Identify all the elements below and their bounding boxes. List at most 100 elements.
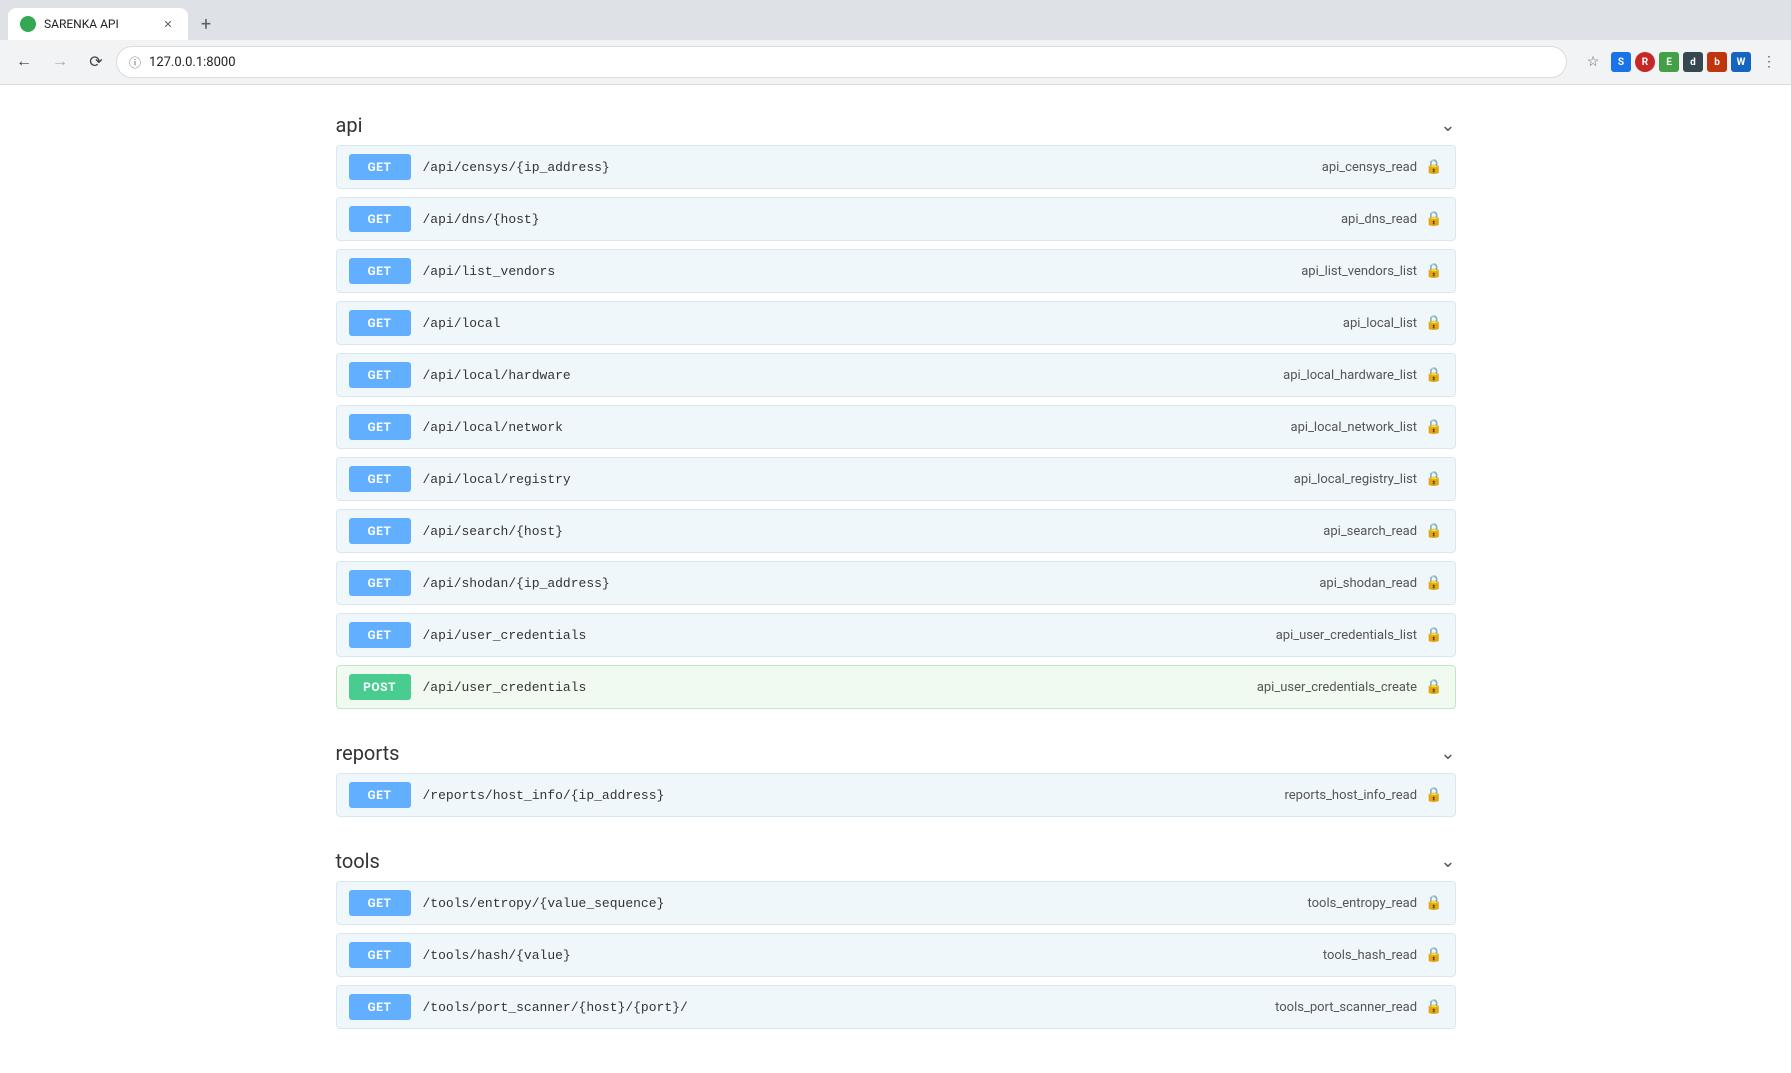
reload-button[interactable]: ⟳ (80, 46, 112, 78)
tab-bar: SARENKA API ✕ + (0, 0, 1791, 40)
lock-icon: 🔒 (1425, 471, 1442, 487)
ext-icon-3[interactable]: E (1659, 52, 1679, 72)
endpoint-name: api_local_list (1343, 316, 1417, 331)
endpoint-name: reports_host_info_read (1284, 788, 1417, 803)
new-tab-button[interactable]: + (192, 10, 220, 38)
tab-favicon (20, 16, 36, 32)
endpoint-path: /api/dns/{host} (423, 212, 1341, 227)
endpoint-row[interactable]: GET /reports/host_info/{ip_address} repo… (336, 773, 1456, 817)
lock-icon: 🔒 (1425, 895, 1442, 911)
endpoint-path: /api/shodan/{ip_address} (423, 576, 1320, 591)
section-header-reports[interactable]: reports ⌄ (336, 733, 1456, 773)
lock-icon: 🔒 (1425, 575, 1442, 591)
endpoint-name: api_shodan_read (1319, 576, 1417, 591)
bookmark-button[interactable]: ☆ (1579, 48, 1607, 76)
endpoint-name: api_local_hardware_list (1283, 368, 1417, 383)
endpoint-row[interactable]: GET /tools/hash/{value} tools_hash_read … (336, 933, 1456, 977)
menu-button[interactable]: ⋮ (1755, 48, 1783, 76)
method-badge: GET (349, 994, 411, 1020)
endpoint-row[interactable]: GET /tools/port_scanner/{host}/{port}/ t… (336, 985, 1456, 1029)
lock-icon: 🔒 (1425, 419, 1442, 435)
section-header-api[interactable]: api ⌄ (336, 105, 1456, 145)
endpoint-name: api_user_credentials_create (1257, 680, 1417, 695)
tab-close-button[interactable]: ✕ (160, 16, 176, 32)
endpoint-name: api_local_registry_list (1294, 472, 1417, 487)
endpoint-name: api_search_read (1323, 524, 1417, 539)
method-badge: GET (349, 414, 411, 440)
method-badge: POST (349, 674, 411, 700)
section-header-tools[interactable]: tools ⌄ (336, 841, 1456, 881)
endpoint-row[interactable]: GET /api/shodan/{ip_address} api_shodan_… (336, 561, 1456, 605)
endpoint-path: /tools/hash/{value} (423, 948, 1323, 963)
lock-icon: 🔒 (1425, 263, 1442, 279)
ext-icon-1[interactable]: S (1611, 52, 1631, 72)
endpoint-row[interactable]: GET /api/dns/{host} api_dns_read 🔒 (336, 197, 1456, 241)
method-badge: GET (349, 154, 411, 180)
address-text: 127.0.0.1:8000 (149, 55, 236, 70)
endpoint-name: api_dns_read (1341, 212, 1417, 227)
section-chevron-tools: ⌄ (1440, 851, 1455, 872)
tab-title: SARENKA API (44, 17, 152, 31)
endpoint-path: /reports/host_info/{ip_address} (423, 788, 1285, 803)
address-lock-icon: ⓘ (129, 54, 141, 71)
address-bar[interactable]: ⓘ 127.0.0.1:8000 (116, 46, 1567, 78)
endpoint-name: tools_hash_read (1323, 948, 1417, 963)
endpoint-row[interactable]: GET /api/local/network api_local_network… (336, 405, 1456, 449)
endpoint-path: /api/censys/{ip_address} (423, 160, 1322, 175)
back-button[interactable]: ← (8, 46, 40, 78)
browser-chrome: SARENKA API ✕ + ← → ⟳ ⓘ 127.0.0.1:8000 ☆… (0, 0, 1791, 85)
method-badge: GET (349, 258, 411, 284)
nav-bar: ← → ⟳ ⓘ 127.0.0.1:8000 ☆ S R E d b W ⋮ (0, 40, 1791, 84)
endpoint-row[interactable]: POST /api/user_credentials api_user_cred… (336, 665, 1456, 709)
endpoint-path: /api/user_credentials (423, 628, 1276, 643)
section-title-tools: tools (336, 849, 380, 873)
lock-icon: 🔒 (1425, 627, 1442, 643)
active-tab[interactable]: SARENKA API ✕ (8, 8, 188, 40)
endpoint-name: api_local_network_list (1291, 420, 1418, 435)
section-chevron-api: ⌄ (1440, 115, 1455, 136)
endpoint-path: /api/local (423, 316, 1343, 331)
method-badge: GET (349, 466, 411, 492)
endpoint-row[interactable]: GET /api/user_credentials api_user_crede… (336, 613, 1456, 657)
endpoint-name: api_user_credentials_list (1276, 628, 1417, 643)
endpoint-path: /api/search/{host} (423, 524, 1324, 539)
endpoint-path: /api/local/hardware (423, 368, 1284, 383)
endpoint-name: tools_entropy_read (1308, 896, 1418, 911)
endpoint-path: /tools/port_scanner/{host}/{port}/ (423, 1000, 1276, 1015)
method-badge: GET (349, 570, 411, 596)
lock-icon: 🔒 (1425, 947, 1442, 963)
ext-icon-4[interactable]: d (1683, 52, 1703, 72)
section-chevron-reports: ⌄ (1440, 743, 1455, 764)
ext-icon-2[interactable]: R (1635, 52, 1655, 72)
forward-button[interactable]: → (44, 46, 76, 78)
page-content: api ⌄ GET /api/censys/{ip_address} api_c… (296, 85, 1496, 1073)
endpoint-row[interactable]: GET /api/censys/{ip_address} api_censys_… (336, 145, 1456, 189)
section-reports: reports ⌄ GET /reports/host_info/{ip_add… (336, 733, 1456, 817)
lock-icon: 🔒 (1425, 159, 1442, 175)
endpoint-row[interactable]: GET /api/local/hardware api_local_hardwa… (336, 353, 1456, 397)
endpoint-name: tools_port_scanner_read (1275, 1000, 1417, 1015)
lock-icon: 🔒 (1425, 367, 1442, 383)
ext-icon-6[interactable]: W (1731, 52, 1751, 72)
endpoint-row[interactable]: GET /api/local api_local_list 🔒 (336, 301, 1456, 345)
method-badge: GET (349, 206, 411, 232)
endpoint-path: /api/user_credentials (423, 680, 1257, 695)
method-badge: GET (349, 942, 411, 968)
lock-icon: 🔒 (1425, 211, 1442, 227)
section-api: api ⌄ GET /api/censys/{ip_address} api_c… (336, 105, 1456, 709)
endpoint-path: /api/local/registry (423, 472, 1294, 487)
endpoint-row[interactable]: GET /api/search/{host} api_search_read 🔒 (336, 509, 1456, 553)
endpoint-path: /api/list_vendors (423, 264, 1302, 279)
ext-icon-5[interactable]: b (1707, 52, 1727, 72)
lock-icon: 🔒 (1425, 999, 1442, 1015)
endpoint-row[interactable]: GET /api/local/registry api_local_regist… (336, 457, 1456, 501)
endpoint-name: api_censys_read (1322, 160, 1417, 175)
method-badge: GET (349, 518, 411, 544)
lock-icon: 🔒 (1425, 787, 1442, 803)
method-badge: GET (349, 782, 411, 808)
lock-icon: 🔒 (1425, 679, 1442, 695)
method-badge: GET (349, 362, 411, 388)
endpoint-row[interactable]: GET /api/list_vendors api_list_vendors_l… (336, 249, 1456, 293)
section-title-reports: reports (336, 741, 400, 765)
endpoint-row[interactable]: GET /tools/entropy/{value_sequence} tool… (336, 881, 1456, 925)
